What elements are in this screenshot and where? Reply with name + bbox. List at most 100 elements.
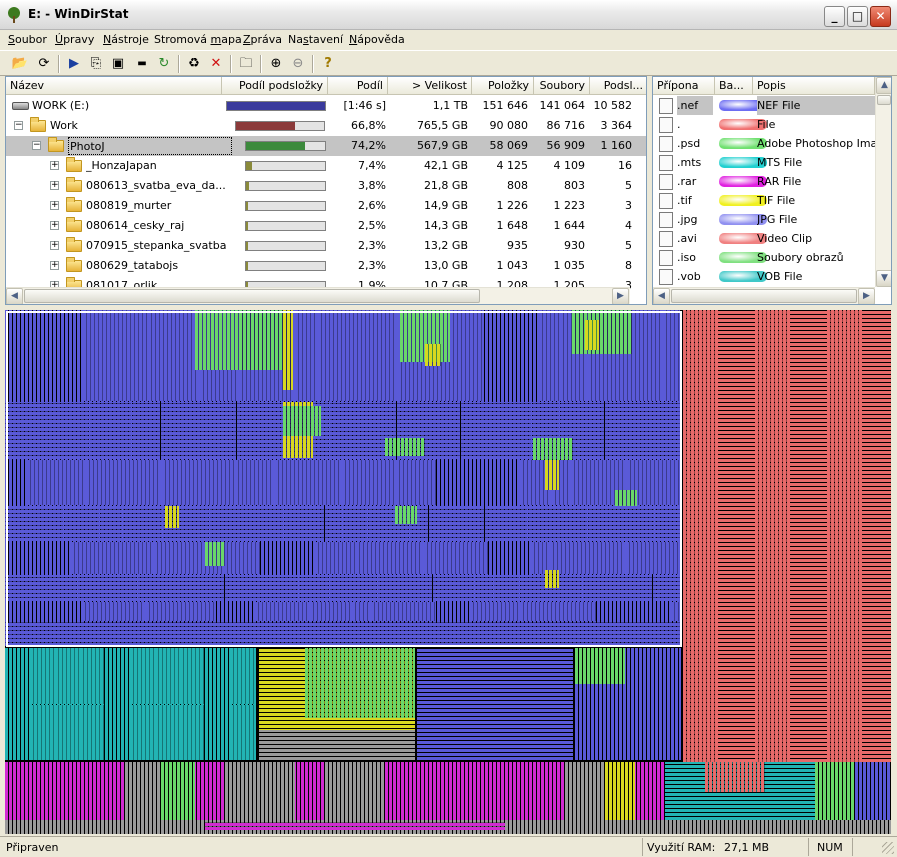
- treemap-file-block[interactable]: [827, 310, 862, 762]
- treemap-file-block[interactable]: [705, 762, 765, 792]
- treemap-file-region[interactable]: [417, 648, 573, 760]
- tree-col-header[interactable]: Podsl...: [590, 77, 646, 95]
- scroll-right-icon[interactable]: ▶: [612, 288, 629, 304]
- expand-icon[interactable]: +: [50, 261, 59, 270]
- scroll-left-icon[interactable]: ◀: [653, 288, 670, 304]
- treemap-file-block[interactable]: [80, 705, 104, 760]
- ext-vscrollbar[interactable]: ▲ ▼: [875, 77, 891, 287]
- tree-row[interactable]: +070915_stepanka_svatba 2,3% 13,2 GB 935 930…: [6, 236, 646, 256]
- title-bar[interactable]: E: - WinDirStat _ □ ✕: [0, 0, 897, 30]
- tree-row[interactable]: +080614_cesky_raj 2,5% 14,3 GB 1 648 1 644 4: [6, 216, 646, 236]
- menu-2[interactable]: Úpravy: [55, 33, 94, 46]
- treemap-file-block[interactable]: [180, 648, 204, 704]
- treemap-file-block[interactable]: [719, 310, 754, 762]
- extension-row[interactable]: .mts MTS File: [653, 153, 875, 172]
- copy-icon[interactable]: ⎘: [86, 54, 106, 74]
- treemap-file-block[interactable]: [605, 762, 635, 820]
- directory-tree-pane[interactable]: Název Podíl podsložky Podíl > Velikost Polož…: [5, 76, 647, 305]
- ext-hscrollbar[interactable]: ◀ ▶: [653, 287, 875, 304]
- menu-6[interactable]: Nastavení: [288, 33, 343, 46]
- treemap-file-block[interactable]: [105, 648, 129, 704]
- close-button[interactable]: ✕: [870, 6, 891, 27]
- scroll-down-icon[interactable]: ▼: [876, 270, 891, 287]
- extension-row[interactable]: .jpg JPG File: [653, 210, 875, 229]
- tree-col-header[interactable]: Položky: [472, 77, 534, 95]
- tree-row[interactable]: +080819_murter 2,6% 14,9 GB 1 226 1 223 3: [6, 196, 646, 216]
- treemap-file-block[interactable]: [161, 762, 195, 820]
- treemap-file-block[interactable]: [755, 310, 790, 762]
- tree-row[interactable]: +080629_tatabojs 2,3% 13,0 GB 1 043 1 035 8: [6, 256, 646, 276]
- zoom-in-icon[interactable]: ⊕: [266, 54, 286, 74]
- treemap-file-block[interactable]: [80, 648, 104, 704]
- treemap-file-block[interactable]: [155, 648, 179, 704]
- extension-list-pane[interactable]: Přípona Ba... Popis .nef NEF File. File .psd Ad…: [652, 76, 892, 305]
- extension-row[interactable]: .psd Adobe Photoshop Image: [653, 134, 875, 153]
- treemap-file-block[interactable]: [305, 648, 415, 718]
- open-icon[interactable]: 📂: [10, 54, 30, 74]
- maximize-button[interactable]: □: [847, 6, 868, 27]
- expand-icon[interactable]: +: [50, 201, 59, 210]
- scroll-thumb[interactable]: [877, 95, 891, 105]
- treemap-file-block[interactable]: [815, 762, 855, 820]
- treemap-file-block[interactable]: [205, 705, 229, 760]
- treemap-file-block[interactable]: [855, 762, 891, 820]
- treemap-file-block[interactable]: [155, 705, 179, 760]
- scroll-right-icon[interactable]: ▶: [858, 288, 875, 304]
- treemap-file-block[interactable]: [180, 705, 204, 760]
- play-icon[interactable]: ▶: [64, 54, 84, 74]
- treemap-file-block[interactable]: [230, 705, 254, 760]
- tree-row[interactable]: + _HonzaJapan 7,4% 42,1 GB 4 125 4 109 16: [6, 156, 646, 176]
- treemap-file-block[interactable]: [5, 705, 29, 760]
- ext-col-header[interactable]: Přípona: [653, 77, 715, 95]
- extension-row[interactable]: .nef NEF File: [653, 96, 875, 115]
- recycle-icon[interactable]: ♻: [184, 54, 204, 74]
- treemap-file-block[interactable]: [205, 648, 229, 704]
- treemap-file-block[interactable]: [683, 310, 718, 762]
- treemap-file-block[interactable]: [55, 648, 79, 704]
- delete-icon[interactable]: ✕: [206, 54, 226, 74]
- tree-row[interactable]: +080613_svatba_eva_da... 3,8% 21,8 GB 808 80…: [6, 176, 646, 196]
- treemap-file-block[interactable]: [205, 822, 505, 830]
- ext-col-header[interactable]: Ba...: [715, 77, 753, 95]
- zoom-out-icon[interactable]: ⊖: [288, 54, 308, 74]
- treemap-file-block[interactable]: [225, 762, 295, 820]
- tree-col-header[interactable]: Podíl podsložky: [222, 77, 328, 95]
- refresh-selected-icon[interactable]: ↻: [154, 54, 174, 74]
- expand-icon[interactable]: +: [50, 181, 59, 190]
- treemap-file-block[interactable]: [791, 310, 826, 762]
- treemap-file-block[interactable]: [130, 705, 154, 760]
- tree-col-header[interactable]: Podíl: [328, 77, 388, 95]
- extension-row[interactable]: .tif TIF File: [653, 191, 875, 210]
- scroll-thumb[interactable]: [24, 289, 480, 303]
- extension-row[interactable]: .avi Video Clip: [653, 229, 875, 248]
- scroll-left-icon[interactable]: ◀: [6, 288, 23, 304]
- tree-col-header[interactable]: Soubory: [534, 77, 590, 95]
- expand-icon[interactable]: −: [32, 141, 41, 150]
- extension-row[interactable]: . File: [653, 115, 875, 134]
- menu-4[interactable]: Stromová mapa: [154, 33, 242, 46]
- cmd-icon[interactable]: ▬: [132, 54, 152, 74]
- new-folder-icon[interactable]: 🗀: [236, 54, 256, 74]
- menu-5[interactable]: Zpráva: [243, 33, 282, 46]
- extension-row[interactable]: .rar RAR File: [653, 172, 875, 191]
- extension-row[interactable]: .iso Soubory obrazů: [653, 248, 875, 267]
- treemap-file-block[interactable]: [125, 762, 161, 820]
- treemap-file-block[interactable]: [30, 705, 54, 760]
- tree-col-header[interactable]: Název: [6, 77, 222, 95]
- treemap-file-block[interactable]: [259, 730, 415, 760]
- treemap-file-block[interactable]: [325, 762, 385, 820]
- treemap-file-block[interactable]: [105, 705, 129, 760]
- tree-col-header[interactable]: > Velikost: [388, 77, 472, 95]
- treemap-file-block[interactable]: [505, 762, 565, 820]
- tree-row[interactable]: WORK (E:) [1:46 s] 1,1 TB 151 646 141 064 10 …: [6, 96, 646, 116]
- tree-row[interactable]: − PhotoJ 74,2% 567,9 GB 58 069 56 909 1 160: [6, 136, 646, 156]
- treemap-file-block[interactable]: [863, 310, 891, 762]
- extension-row[interactable]: .vob VOB File: [653, 267, 875, 286]
- refresh-icon[interactable]: ⟳: [34, 54, 54, 74]
- menu-3[interactable]: Nástroje: [103, 33, 149, 46]
- treemap-file-block[interactable]: [575, 648, 625, 684]
- ext-col-header[interactable]: Popis: [753, 77, 875, 95]
- treemap-file-block[interactable]: [5, 648, 29, 704]
- minimize-button[interactable]: _: [824, 6, 845, 27]
- scroll-up-icon[interactable]: ▲: [876, 77, 891, 94]
